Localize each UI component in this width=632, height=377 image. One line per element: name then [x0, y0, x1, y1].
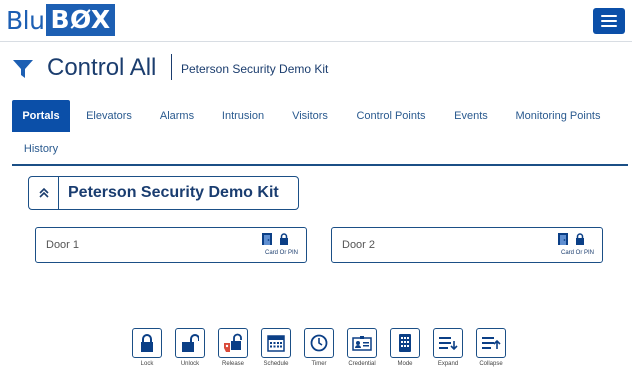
group-collapse-button[interactable] [29, 177, 59, 209]
schedule-button-label: Schedule [263, 361, 289, 367]
schedule-icon [267, 335, 285, 352]
door-mode-label: Card Or PIN [560, 250, 594, 256]
door-card-2[interactable]: Door 2 Card Or PIN [331, 227, 603, 263]
door-name: Door 2 [342, 239, 376, 251]
group-title: Peterson Security Demo Kit [68, 184, 279, 201]
top-bar: Blu BØX [0, 0, 632, 42]
collapse-button-label: Collapse [479, 361, 503, 367]
lock-button-label: Lock [140, 361, 154, 367]
door-card-1[interactable]: Door 1 Card Or PIN [35, 227, 307, 263]
unlock-icon [182, 334, 199, 352]
double-chevron-up-icon [38, 187, 49, 198]
title-divider [171, 54, 172, 80]
hamburger-menu-icon [601, 15, 617, 17]
mode-button[interactable] [390, 328, 420, 358]
blubox-logo[interactable]: Blu BØX [6, 3, 115, 37]
timer-button-label: Timer [311, 361, 327, 367]
tab-history[interactable]: History [18, 133, 64, 165]
door-icon [558, 233, 568, 245]
page-title: Control All [47, 54, 157, 81]
tab-monitoring-points[interactable]: Monitoring Points [508, 100, 608, 132]
credential-icon [352, 336, 372, 351]
filter-icon[interactable] [12, 58, 34, 80]
schedule-button[interactable] [261, 328, 291, 358]
tab-control-points[interactable]: Control Points [348, 100, 434, 132]
tab-events[interactable]: Events [446, 100, 496, 132]
unlock-button-label: Unlock [180, 361, 200, 367]
tabs-divider [12, 164, 628, 166]
credential-button-label: Credential [348, 361, 376, 367]
unlock-button[interactable] [175, 328, 205, 358]
mode-button-label: Mode [397, 361, 413, 367]
door-icon [262, 233, 272, 245]
group-header: Peterson Security Demo Kit [28, 176, 299, 210]
collapse-icon [482, 337, 501, 349]
tab-intrusion[interactable]: Intrusion [214, 100, 272, 132]
page-subtitle: Peterson Security Demo Kit [181, 62, 329, 76]
release-icon [224, 333, 242, 352]
hamburger-menu-button[interactable] [593, 8, 625, 34]
door-mode-label: Card Or PIN [264, 250, 298, 256]
lock-button[interactable] [132, 328, 162, 358]
logo-text-box: BØX [46, 4, 115, 36]
release-button[interactable] [218, 328, 248, 358]
lock-icon [576, 233, 584, 245]
release-button-label: Release [221, 361, 244, 367]
expand-icon [439, 337, 458, 351]
timer-icon [310, 334, 328, 352]
logo-text-blu: Blu [6, 5, 45, 35]
credential-button[interactable] [347, 328, 377, 358]
tab-elevators[interactable]: Elevators [78, 100, 140, 132]
tab-alarms[interactable]: Alarms [152, 100, 202, 132]
door-name: Door 1 [46, 239, 80, 251]
timer-button[interactable] [304, 328, 334, 358]
lock-icon [280, 233, 288, 245]
tab-portals[interactable]: Portals [12, 100, 70, 132]
mode-icon [399, 334, 411, 352]
collapse-button[interactable] [476, 328, 506, 358]
tab-visitors[interactable]: Visitors [284, 100, 336, 132]
expand-button-label: Expand [437, 361, 459, 367]
lock-icon [141, 334, 153, 352]
expand-button[interactable] [433, 328, 463, 358]
